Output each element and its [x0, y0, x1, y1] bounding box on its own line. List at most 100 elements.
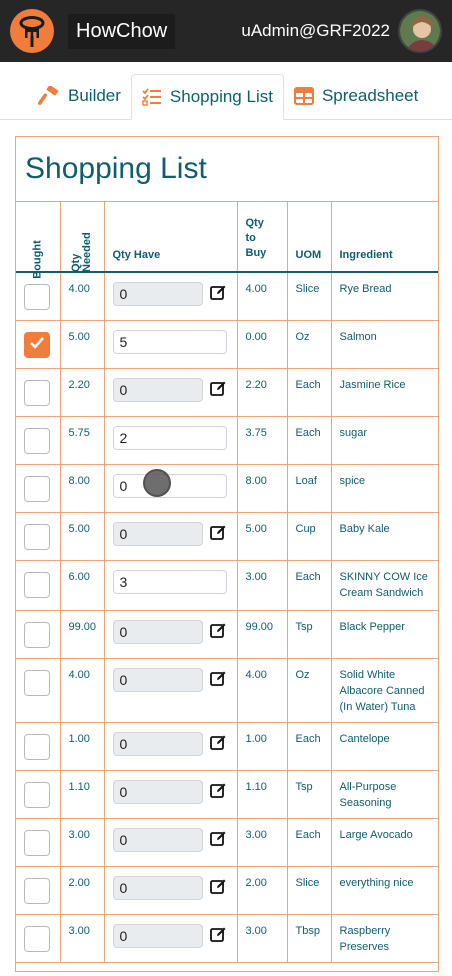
- table-row: 4.00 0 4.00 Oz Solid White Albacore Canned (…: [16, 658, 438, 723]
- uom-cell: Tsp: [287, 610, 332, 659]
- bought-checkbox[interactable]: [24, 781, 50, 808]
- tab-bar: Builder Shopping List Spreadsheet: [0, 62, 452, 120]
- qty-have-cell: 0: [104, 368, 238, 417]
- bought-cell: [16, 914, 61, 963]
- bought-checkbox[interactable]: [24, 877, 50, 904]
- uom-cell: Cup: [287, 512, 332, 561]
- bought-checkbox[interactable]: [24, 523, 50, 550]
- bought-cell: [16, 272, 61, 321]
- avatar[interactable]: [398, 9, 442, 53]
- ingredient-cell: Large Avocado: [331, 818, 438, 867]
- page-title: Shopping List: [25, 152, 207, 185]
- hammer-icon: [38, 86, 59, 106]
- edit-icon[interactable]: [209, 670, 227, 690]
- ingredient-cell: Cantelope: [331, 722, 438, 771]
- qty-have-cell: 0: [104, 658, 238, 723]
- bought-checkbox[interactable]: [24, 829, 50, 856]
- qty-to-buy-cell: 1.10: [237, 770, 288, 819]
- bought-checkbox[interactable]: [24, 379, 50, 406]
- edit-icon[interactable]: [209, 284, 227, 304]
- uom-cell: Each: [287, 368, 332, 417]
- qty-have-input[interactable]: 0: [112, 282, 203, 306]
- uom-cell: Slice: [287, 272, 332, 321]
- bought-cell: [16, 368, 61, 417]
- table-row: 1.10 0 1.10 Tsp All-Purpose Seasoning: [16, 770, 438, 819]
- tab-shopping-list-label: Shopping List: [169, 87, 273, 106]
- bought-checkbox[interactable]: [24, 427, 50, 454]
- tab-spreadsheet-label: Spreadsheet: [321, 86, 419, 105]
- qty-needed-cell: 99.00: [60, 610, 105, 659]
- header-qty-to-buy[interactable]: Qty to Buy: [237, 202, 288, 273]
- bought-cell: [16, 560, 61, 611]
- bought-checkbox[interactable]: [24, 621, 50, 648]
- qty-have-input[interactable]: 0: [112, 667, 203, 692]
- header-qty-have[interactable]: Qty Have: [104, 202, 238, 273]
- bought-checkbox[interactable]: [24, 475, 50, 502]
- tab-shopping-list[interactable]: Shopping List: [130, 74, 284, 120]
- qty-have-cell: 5: [104, 320, 238, 369]
- top-navbar: HowChow uAdmin@GRF2022: [0, 0, 452, 62]
- edit-icon[interactable]: [209, 830, 227, 850]
- qty-have-input[interactable]: 0: [112, 875, 203, 900]
- qty-have-input[interactable]: 0: [112, 827, 203, 852]
- table-row: 6.00 3 3.00 Each SKINNY COW Ice Cream Sandwi…: [16, 560, 438, 611]
- qty-to-buy-cell: 3.00: [237, 914, 288, 963]
- bought-checkbox[interactable]: [24, 669, 50, 696]
- shopping-list-table: Bought Qty Needed Qty Have Qty to Buy UO…: [16, 202, 438, 963]
- uom-cell: Each: [287, 560, 332, 611]
- header-ingredient[interactable]: Ingredient: [331, 202, 438, 273]
- qty-have-input[interactable]: 2: [112, 425, 227, 450]
- qty-needed-cell: 5.00: [60, 512, 105, 561]
- qty-have-input[interactable]: 5: [112, 329, 227, 354]
- bought-cell: [16, 818, 61, 867]
- qty-needed-cell: 8.00: [60, 464, 105, 513]
- edit-icon[interactable]: [209, 380, 227, 400]
- qty-needed-cell: 1.00: [60, 722, 105, 771]
- bought-cell: [16, 722, 61, 771]
- user-name[interactable]: uAdmin@GRF2022: [241, 21, 390, 41]
- ingredient-cell: spice: [331, 464, 438, 513]
- bought-checkbox[interactable]: [24, 733, 50, 760]
- edit-icon[interactable]: [209, 524, 227, 544]
- qty-have-input[interactable]: 0: [112, 377, 203, 402]
- bought-checkbox[interactable]: [24, 571, 50, 598]
- qty-have-cell: 2: [104, 416, 238, 465]
- qty-needed-cell: 5.75: [60, 416, 105, 465]
- qty-have-input[interactable]: 0: [112, 521, 203, 546]
- bought-checkbox[interactable]: [24, 284, 50, 310]
- table-icon: [293, 87, 314, 105]
- qty-have-input[interactable]: 0: [112, 619, 203, 644]
- brand[interactable]: HowChow: [10, 9, 176, 53]
- qty-have-input[interactable]: 0: [112, 779, 203, 804]
- qty-have-input[interactable]: 3: [112, 569, 227, 594]
- uom-cell: Tsp: [287, 770, 332, 819]
- qty-to-buy-cell: 2.20: [237, 368, 288, 417]
- edit-icon[interactable]: [209, 622, 227, 642]
- qty-have-input[interactable]: 0: [112, 923, 203, 948]
- qty-have-input[interactable]: 0: [112, 731, 203, 756]
- qty-to-buy-cell: 2.00: [237, 866, 288, 915]
- tab-spreadsheet[interactable]: Spreadsheet: [284, 73, 428, 119]
- bought-cell: [16, 416, 61, 465]
- header-row: Bought Qty Needed Qty Have Qty to Buy UO…: [16, 202, 438, 279]
- title-row: Shopping List: [16, 137, 438, 202]
- qty-needed-cell: 3.00: [60, 818, 105, 867]
- header-qty-needed[interactable]: Qty Needed: [60, 202, 105, 273]
- table-row: 99.00 0 99.00 Tsp Black Pepper: [16, 610, 438, 659]
- tab-builder[interactable]: Builder: [28, 73, 131, 119]
- user-menu[interactable]: uAdmin@GRF2022: [241, 9, 442, 53]
- uom-cell: Slice: [287, 866, 332, 915]
- edit-icon[interactable]: [209, 926, 227, 946]
- ingredient-cell: Salmon: [331, 320, 438, 369]
- bought-checkbox[interactable]: [24, 331, 50, 358]
- howchow-logo-icon: [10, 9, 54, 53]
- bought-cell: [16, 610, 61, 659]
- edit-icon[interactable]: [209, 782, 227, 802]
- header-bought[interactable]: Bought: [16, 202, 61, 279]
- brand-name: HowChow: [68, 13, 176, 49]
- edit-icon[interactable]: [209, 878, 227, 898]
- header-uom[interactable]: UOM: [287, 202, 332, 273]
- ingredient-cell: All-Purpose Seasoning: [331, 770, 438, 819]
- edit-icon[interactable]: [209, 734, 227, 754]
- bought-checkbox[interactable]: [24, 925, 50, 952]
